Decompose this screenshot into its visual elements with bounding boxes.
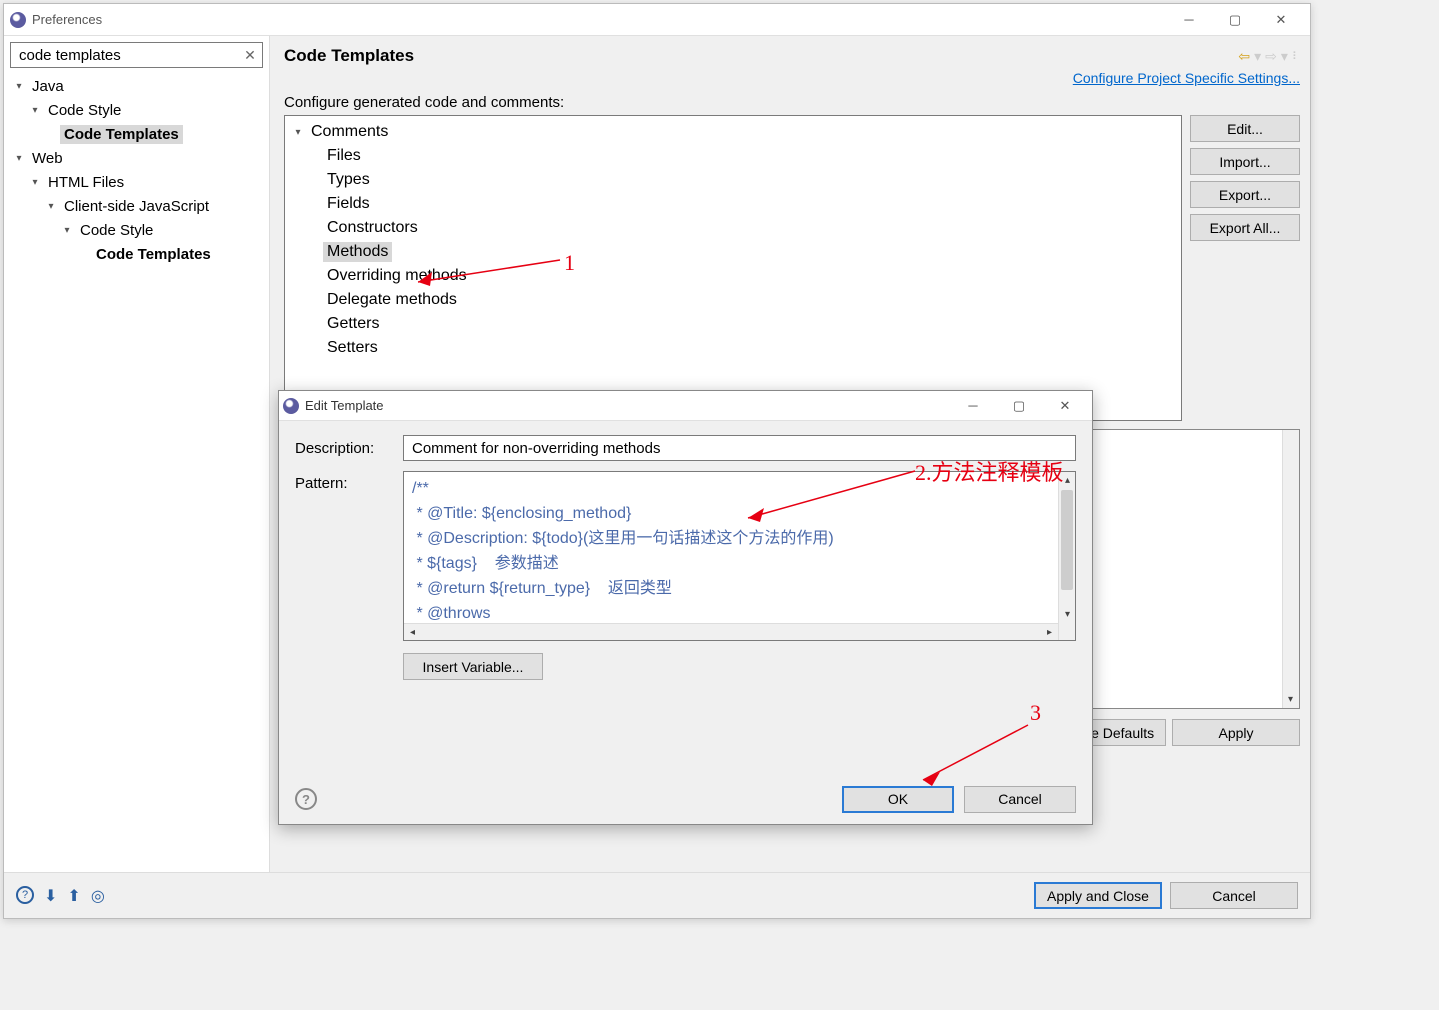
pattern-vscroll[interactable]: ▴▾	[1058, 472, 1075, 640]
dialog-maximize-button[interactable]: ▢	[996, 391, 1042, 421]
export-all-button[interactable]: Export All...	[1190, 214, 1300, 241]
back-menu-icon[interactable]: ▾	[1254, 48, 1261, 65]
ok-button[interactable]: OK	[842, 786, 954, 813]
templates-tree[interactable]: ▾Comments Files Types Fields Constructor…	[284, 115, 1182, 421]
edit-button[interactable]: Edit...	[1190, 115, 1300, 142]
target-icon[interactable]: ◎	[91, 886, 105, 906]
tree-item-getters[interactable]: Getters	[291, 312, 1175, 336]
tree-item-types[interactable]: Types	[291, 168, 1175, 192]
maximize-button[interactable]: ▢	[1212, 5, 1258, 35]
pattern-field: Pattern: /** * @Title: ${enclosing_metho…	[295, 471, 1076, 766]
edit-template-dialog: Edit Template ─ ▢ ✕ Description: Pattern…	[278, 390, 1093, 825]
app-icon	[10, 12, 26, 28]
filter-search-wrap: ✕	[10, 42, 263, 68]
tree-web[interactable]: ▾Web	[12, 146, 265, 170]
tree-item-constructors[interactable]: Constructors	[291, 216, 1175, 240]
close-button[interactable]: ✕	[1258, 5, 1304, 35]
pattern-hscroll[interactable]: ◂▸	[404, 623, 1058, 640]
tree-item-overriding[interactable]: Overriding methods	[291, 264, 1175, 288]
apply-button[interactable]: Apply	[1172, 719, 1300, 746]
main-footer: ? ⬇ ⬆ ◎ Apply and Close Cancel	[4, 872, 1310, 918]
dialog-footer: ? OK Cancel	[279, 774, 1092, 824]
export-prefs-icon[interactable]: ⬆	[67, 886, 80, 906]
tree-item-methods[interactable]: Methods	[291, 240, 1175, 264]
filter-search-input[interactable]	[10, 42, 263, 68]
config-row: ▾Comments Files Types Fields Constructor…	[284, 115, 1300, 421]
tree-client-js[interactable]: ▾Client-side JavaScript	[12, 194, 265, 218]
dialog-body: Description: Pattern: /** * @Title: ${en…	[279, 421, 1092, 774]
menu-icon[interactable]: ⠇	[1292, 50, 1300, 63]
tree-code-style[interactable]: ▾Code Style	[12, 98, 265, 122]
dialog-title: Edit Template	[305, 398, 950, 413]
tree-code-style-2[interactable]: ▾Code Style	[12, 218, 265, 242]
dialog-app-icon	[283, 398, 299, 414]
import-prefs-icon[interactable]: ⬇	[44, 886, 57, 906]
window-buttons: ─ ▢ ✕	[1166, 5, 1304, 35]
tree-item-delegate[interactable]: Delegate methods	[291, 288, 1175, 312]
dialog-close-button[interactable]: ✕	[1042, 391, 1088, 421]
tree-item-setters[interactable]: Setters	[291, 336, 1175, 360]
export-button[interactable]: Export...	[1190, 181, 1300, 208]
tree-code-templates-2[interactable]: Code Templates	[12, 242, 265, 266]
cancel-button[interactable]: Cancel	[1170, 882, 1298, 909]
tree-html-files[interactable]: ▾HTML Files	[12, 170, 265, 194]
import-button[interactable]: Import...	[1190, 148, 1300, 175]
page-title: Code Templates	[284, 46, 1238, 66]
filter-panel: ✕ ▾Java ▾Code Style Code Templates ▾Web …	[4, 36, 270, 872]
project-settings-link[interactable]: Configure Project Specific Settings...	[284, 70, 1300, 86]
dialog-help-icon[interactable]: ?	[295, 788, 317, 810]
configure-label: Configure generated code and comments:	[284, 94, 1300, 111]
description-field: Description:	[295, 435, 1076, 461]
help-icon[interactable]: ?	[16, 886, 34, 904]
preference-tree[interactable]: ▾Java ▾Code Style Code Templates ▾Web ▾H…	[8, 74, 265, 266]
back-icon[interactable]: ⇦	[1238, 48, 1250, 65]
titlebar: Preferences ─ ▢ ✕	[4, 4, 1310, 36]
footer-icons: ? ⬇ ⬆ ◎	[16, 886, 105, 906]
description-input[interactable]	[403, 435, 1076, 461]
preview-vscroll[interactable]: ▾	[1282, 430, 1299, 708]
pattern-textarea[interactable]: /** * @Title: ${enclosing_method} * @Des…	[403, 471, 1076, 641]
minimize-button[interactable]: ─	[1166, 5, 1212, 35]
dialog-cancel-button[interactable]: Cancel	[964, 786, 1076, 813]
tree-code-templates[interactable]: Code Templates	[12, 122, 265, 146]
description-label: Description:	[295, 440, 403, 457]
page-nav-icons: ⇦▾ ⇨▾ ⠇	[1238, 48, 1300, 65]
tree-comments[interactable]: ▾Comments	[291, 120, 1175, 144]
window-title: Preferences	[32, 12, 1166, 27]
insert-variable-button[interactable]: Insert Variable...	[403, 653, 543, 680]
forward-icon[interactable]: ⇨	[1265, 48, 1277, 65]
dialog-minimize-button[interactable]: ─	[950, 391, 996, 421]
pattern-label: Pattern:	[295, 471, 403, 766]
tree-item-fields[interactable]: Fields	[291, 192, 1175, 216]
dialog-titlebar: Edit Template ─ ▢ ✕	[279, 391, 1092, 421]
page-header: Code Templates ⇦▾ ⇨▾ ⠇	[284, 46, 1300, 66]
apply-close-button[interactable]: Apply and Close	[1034, 882, 1162, 909]
tree-java[interactable]: ▾Java	[12, 74, 265, 98]
template-buttons: Edit... Import... Export... Export All..…	[1190, 115, 1300, 421]
forward-menu-icon[interactable]: ▾	[1281, 48, 1288, 65]
tree-item-files[interactable]: Files	[291, 144, 1175, 168]
clear-search-icon[interactable]: ✕	[241, 46, 259, 64]
